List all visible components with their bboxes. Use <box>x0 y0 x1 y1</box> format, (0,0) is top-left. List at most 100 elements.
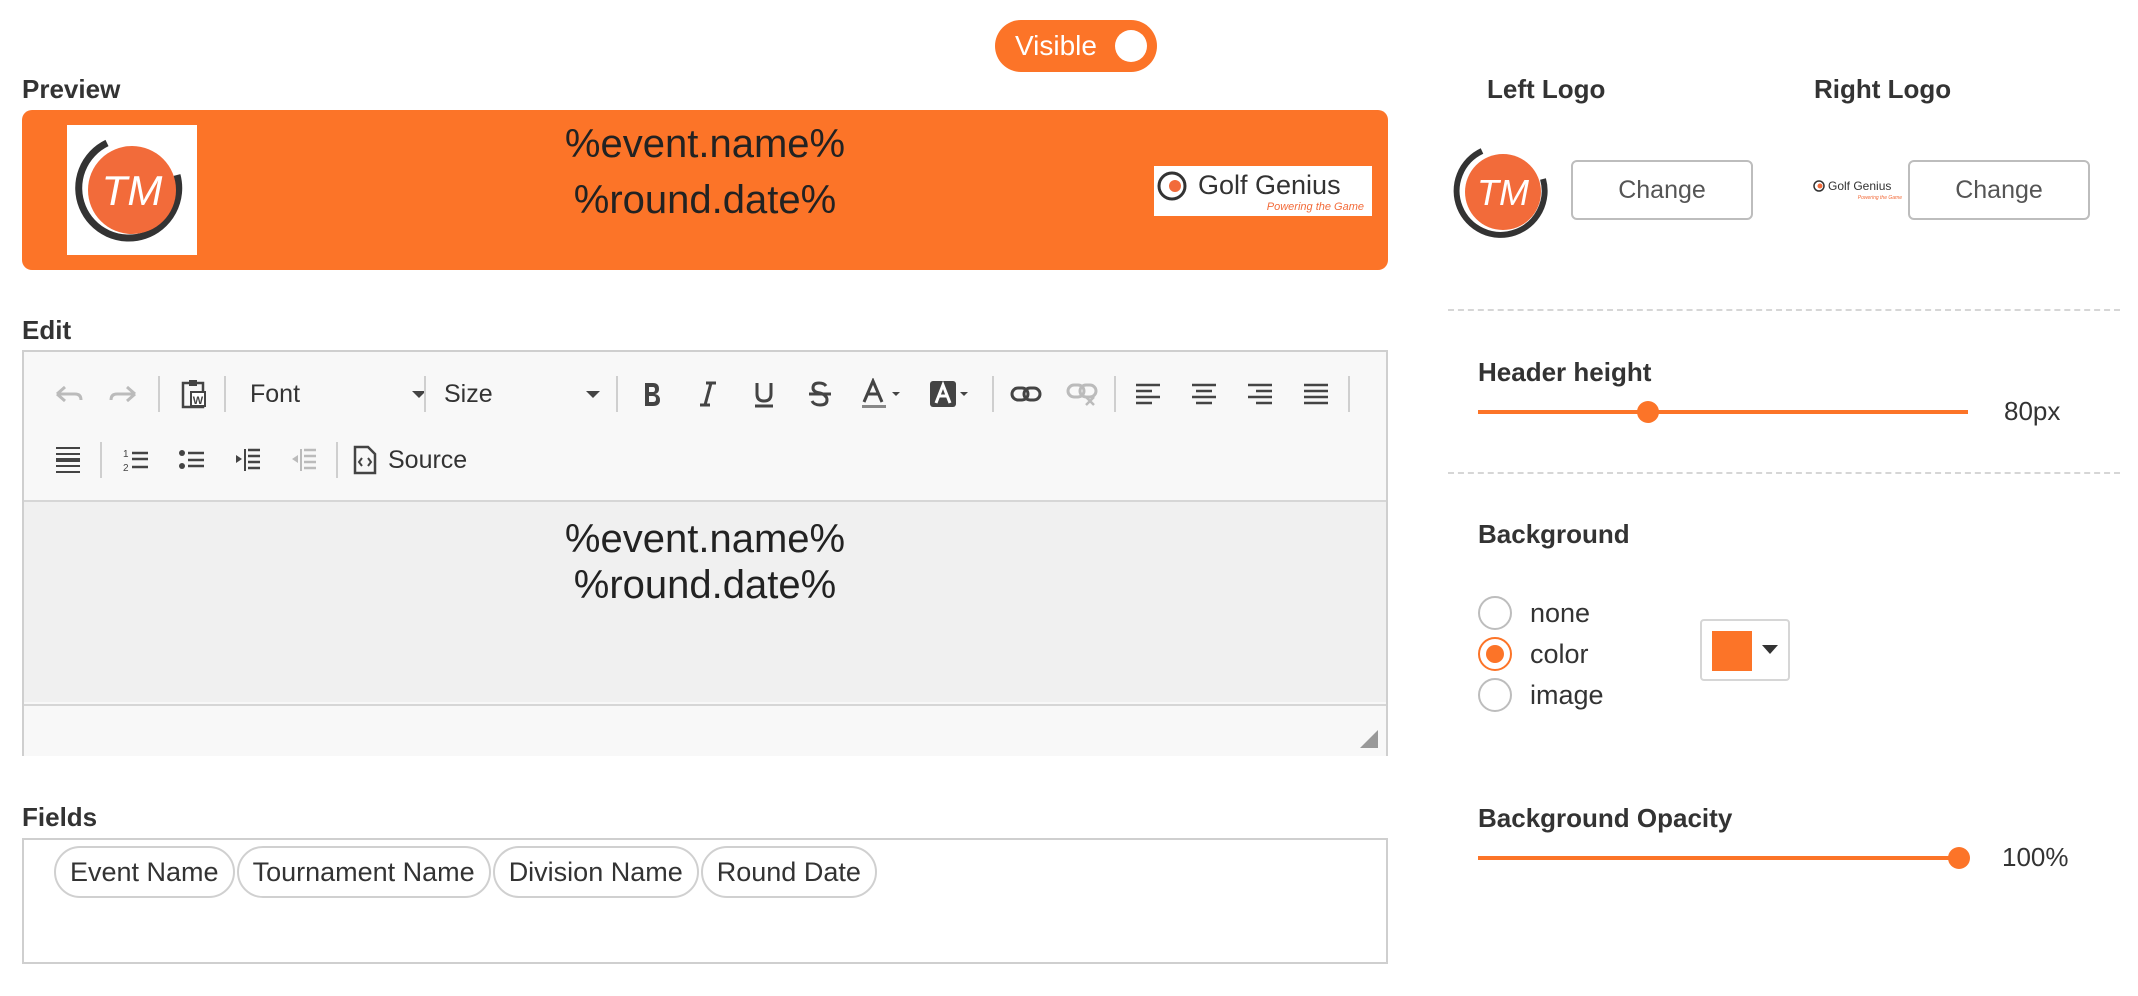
header-preview: TM %event.name% %round.date% Golf Genius… <box>22 110 1388 270</box>
redo-icon[interactable] <box>104 372 144 416</box>
outdent-icon[interactable] <box>284 438 324 482</box>
toolbar-separator <box>424 376 426 412</box>
toolbar-separator <box>224 376 226 412</box>
background-opacity-slider-track <box>1478 856 1960 860</box>
preview-line-1: %event.name% <box>564 122 846 166</box>
background-opacity-slider-thumb[interactable] <box>1948 847 1970 869</box>
rich-text-editor: W Font Size 1 2 Source %event.name% %rou… <box>22 350 1388 756</box>
header-height-value: 80px <box>2004 396 2061 426</box>
background-opacity-label: Background Opacity <box>1478 803 1733 833</box>
align-left-icon[interactable] <box>1128 372 1168 416</box>
left-logo-thumbnail-text: TM <box>1477 172 1529 213</box>
background-opacity-slider[interactable] <box>1478 846 1970 870</box>
italic-icon[interactable] <box>688 372 728 416</box>
background-option-color[interactable]: color <box>1478 637 1589 671</box>
right-logo-thumbnail-tagline: Powering the Game <box>1858 195 1902 201</box>
toolbar-separator <box>158 376 160 412</box>
svg-text:1: 1 <box>123 449 129 460</box>
background-color-icon[interactable] <box>924 372 980 416</box>
preview-label: Preview <box>22 74 121 104</box>
svg-text:2: 2 <box>123 463 129 473</box>
right-logo-thumbnail-text: Golf Genius <box>1828 179 1891 193</box>
background-color-picker[interactable] <box>1700 619 1790 681</box>
unlink-icon[interactable] <box>1062 372 1102 416</box>
source-code-icon <box>353 445 377 475</box>
background-option-color-label: color <box>1530 638 1589 669</box>
toggle-knob <box>1115 30 1147 62</box>
bold-icon[interactable] <box>632 372 672 416</box>
size-dropdown[interactable]: Size <box>444 372 600 416</box>
background-option-image-label: image <box>1530 679 1604 710</box>
radio-image[interactable] <box>1478 678 1512 712</box>
background-option-image[interactable]: image <box>1478 678 1604 712</box>
underline-icon[interactable] <box>744 372 784 416</box>
resize-handle-icon[interactable] <box>1360 730 1378 748</box>
visible-toggle-label: Visible <box>1015 30 1097 61</box>
font-dropdown-label: Font <box>250 379 301 408</box>
header-height-label: Header height <box>1478 357 1652 387</box>
edit-label: Edit <box>22 315 72 345</box>
change-left-logo-button[interactable]: Change <box>1571 160 1753 220</box>
background-option-none-label: none <box>1530 597 1591 628</box>
font-dropdown[interactable]: Font <box>250 372 426 416</box>
visible-toggle[interactable]: Visible <box>995 20 1157 72</box>
golf-genius-logo-icon: Golf Genius Powering the Game <box>1813 179 1902 201</box>
fields-container: Event Name Tournament Name Division Name… <box>22 838 1388 964</box>
strikethrough-icon[interactable] <box>800 372 840 416</box>
align-center-icon[interactable] <box>1184 372 1224 416</box>
source-button[interactable]: Source <box>352 438 482 482</box>
editor-content[interactable]: %event.name% %round.date% <box>24 502 1386 702</box>
right-logo-label: Right Logo <box>1814 74 1952 104</box>
field-chip-division-name[interactable]: Division Name <box>492 846 699 898</box>
numbered-list-icon[interactable]: 12 <box>116 438 156 482</box>
source-button-label: Source <box>388 445 468 474</box>
chevron-down-icon <box>586 391 600 398</box>
header-height-slider-track <box>1478 410 1968 414</box>
fields-label: Fields <box>22 802 98 832</box>
toolbar-separator <box>616 376 618 412</box>
editor-line-2: %round.date% <box>573 563 837 607</box>
editor-line-1: %event.name% <box>564 517 846 561</box>
toolbar-separator <box>1348 376 1350 412</box>
text-color-icon[interactable] <box>856 372 912 416</box>
left-logo-label: Left Logo <box>1487 74 1606 104</box>
right-logo-text: Golf Genius <box>1198 170 1341 200</box>
editor-toolbar: W Font Size 1 2 Source <box>24 352 1386 502</box>
field-chip-tournament-name[interactable]: Tournament Name <box>236 846 491 898</box>
field-chips: Event Name Tournament Name Division Name… <box>54 846 879 898</box>
divider <box>1448 309 2120 311</box>
toolbar-separator <box>100 442 102 478</box>
color-swatch <box>1712 631 1752 671</box>
editor-status-bar <box>24 704 1386 756</box>
right-logo-preview: Golf Genius Powering the Game <box>1154 166 1372 216</box>
header-height-slider-thumb[interactable] <box>1637 401 1659 423</box>
change-right-logo-button[interactable]: Change <box>1908 160 2090 220</box>
toolbar-separator <box>992 376 994 412</box>
paste-from-word-icon[interactable]: W <box>174 372 214 416</box>
divider <box>1448 472 2120 474</box>
left-logo-thumbnail: TM <box>1448 137 1558 247</box>
header-height-slider[interactable] <box>1478 400 1968 424</box>
background-option-none[interactable]: none <box>1478 596 1590 630</box>
tm-logo-icon: TM <box>1453 148 1548 238</box>
radio-none[interactable] <box>1478 596 1512 630</box>
field-chip-event-name[interactable]: Event Name <box>54 846 235 898</box>
right-logo-thumbnail: Golf Genius Powering the Game <box>1812 176 1906 202</box>
golf-genius-logo-icon: Golf Genius Powering the Game <box>1157 170 1364 213</box>
bulleted-list-icon[interactable] <box>172 438 212 482</box>
link-icon[interactable] <box>1006 372 1046 416</box>
radio-color[interactable] <box>1478 637 1512 671</box>
toolbar-separator <box>336 442 338 478</box>
field-chip-round-date[interactable]: Round Date <box>700 846 877 898</box>
toolbar-separator <box>1114 376 1116 412</box>
align-right-icon[interactable] <box>1240 372 1280 416</box>
background-opacity-value: 100% <box>2002 842 2069 872</box>
undo-icon[interactable] <box>48 372 88 416</box>
horizontal-rule-icon[interactable] <box>48 438 88 482</box>
svg-text:W: W <box>193 395 204 407</box>
justify-icon[interactable] <box>1296 372 1336 416</box>
chevron-down-icon <box>1762 645 1778 654</box>
indent-icon[interactable] <box>228 438 268 482</box>
right-logo-tagline: Powering the Game <box>1267 201 1364 213</box>
size-dropdown-label: Size <box>444 379 493 408</box>
